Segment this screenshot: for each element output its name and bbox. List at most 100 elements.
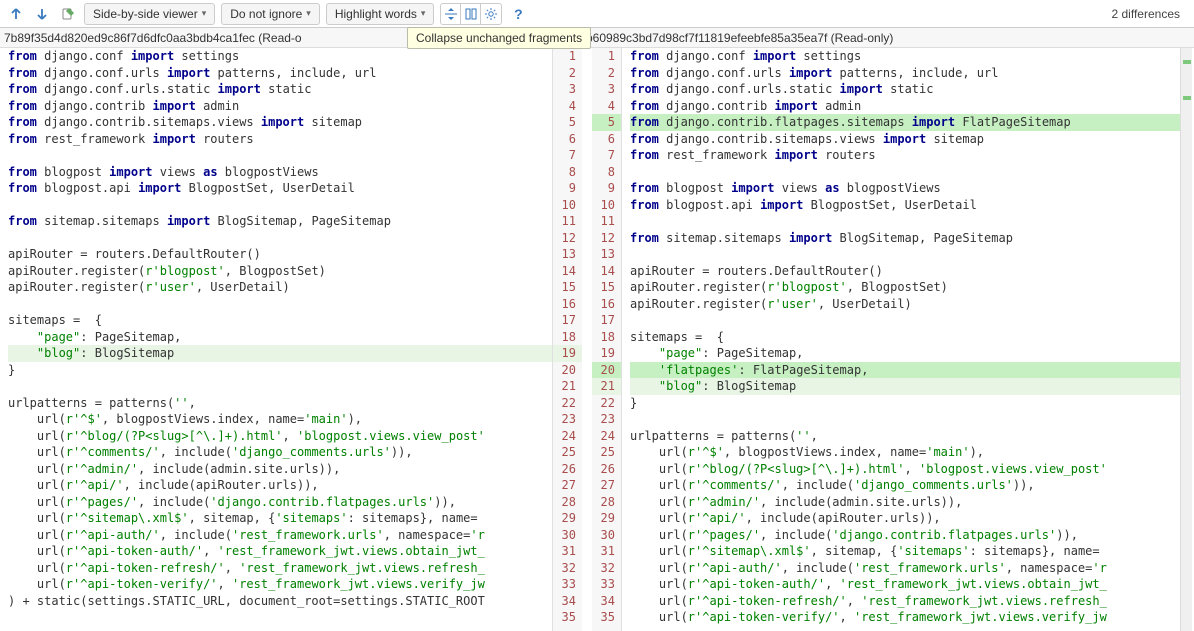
code-line: url(r'^admin/', include(admin.site.urls)…	[8, 461, 552, 478]
code-line	[630, 164, 1180, 181]
line-number: 27	[553, 477, 582, 494]
code-line: url(r'^blog/(?P<slug>[^\.]+).html', 'blo…	[8, 428, 552, 445]
code-line: url(r'^api-token-verify/', 'rest_framewo…	[8, 576, 552, 593]
line-number: 32	[553, 560, 582, 577]
code-line: from django.conf import settings	[630, 48, 1180, 65]
line-number: 11	[592, 213, 621, 230]
code-line: from rest_framework import routers	[630, 147, 1180, 164]
code-line: url(r'^api-token-auth/', 'rest_framework…	[8, 543, 552, 560]
toolbar-icon-group	[440, 3, 502, 25]
code-line: from blogpost import views as blogpostVi…	[8, 164, 552, 181]
line-number: 27	[592, 477, 621, 494]
right-gutter: 1234567891011121314151617181920212223242…	[592, 48, 622, 631]
line-number: 6	[553, 131, 582, 148]
ignore-mode-select[interactable]: Do not ignore	[221, 3, 320, 25]
code-line: url(r'^admin/', include(admin.site.urls)…	[630, 494, 1180, 511]
right-pane[interactable]: 1234567891011121314151617181920212223242…	[592, 48, 1192, 631]
line-number: 21	[592, 378, 621, 395]
line-number: 7	[592, 147, 621, 164]
line-number: 5	[553, 114, 582, 131]
left-gutter: 1234567891011121314151617181920212223242…	[552, 48, 582, 631]
line-number: 29	[553, 510, 582, 527]
settings-button[interactable]	[481, 4, 501, 24]
line-number: 29	[592, 510, 621, 527]
code-line	[8, 378, 552, 395]
code-line: sitemaps = {	[630, 329, 1180, 346]
sync-scroll-button[interactable]	[461, 4, 481, 24]
code-line: url(r'^api/', include(apiRouter.urls)),	[8, 477, 552, 494]
line-number: 20	[553, 362, 582, 379]
line-number: 25	[553, 444, 582, 461]
code-line: sitemaps = {	[8, 312, 552, 329]
code-line: from django.contrib import admin	[630, 98, 1180, 115]
change-markers[interactable]	[1180, 48, 1192, 631]
line-number: 12	[553, 230, 582, 247]
code-line: url(r'^api-token-refresh/', 'rest_framew…	[8, 560, 552, 577]
code-line: url(r'^pages/', include('django.contrib.…	[630, 527, 1180, 544]
line-number: 14	[553, 263, 582, 280]
line-number: 33	[592, 576, 621, 593]
code-line: from django.conf.urls.static import stat…	[8, 81, 552, 98]
code-line: from django.conf.urls import patterns, i…	[630, 65, 1180, 82]
line-number: 14	[592, 263, 621, 280]
file-headers: 7b89f35d4d820ed9c86f7d6dfc0aa3bdb4ca1fec…	[0, 28, 1194, 48]
collapse-fragments-button[interactable]	[441, 4, 461, 24]
code-line: url(r'^api-token-verify/', 'rest_framewo…	[630, 609, 1180, 626]
code-line: 'flatpages': FlatPageSitemap,	[630, 362, 1180, 379]
line-number: 17	[592, 312, 621, 329]
line-number: 4	[553, 98, 582, 115]
code-line: url(r'^comments/', include('django_comme…	[630, 477, 1180, 494]
line-number: 18	[592, 329, 621, 346]
right-code: from django.conf import settingsfrom dja…	[622, 48, 1180, 631]
line-number: 15	[553, 279, 582, 296]
line-number: 8	[592, 164, 621, 181]
edit-source-button[interactable]	[58, 4, 78, 24]
ignore-mode-label: Do not ignore	[230, 7, 302, 21]
next-diff-button[interactable]	[32, 4, 52, 24]
line-number: 19	[592, 345, 621, 362]
highlight-mode-label: Highlight words	[335, 7, 417, 21]
code-line: "page": PageSitemap,	[8, 329, 552, 346]
line-number: 32	[592, 560, 621, 577]
code-line: "blog": BlogSitemap	[8, 345, 552, 362]
diff-panes: from django.conf import settingsfrom dja…	[0, 48, 1194, 631]
line-number: 30	[553, 527, 582, 544]
code-line	[630, 213, 1180, 230]
line-number: 7	[553, 147, 582, 164]
code-line: }	[8, 362, 552, 379]
help-button[interactable]: ?	[508, 4, 528, 24]
line-number: 3	[592, 81, 621, 98]
code-line: ) + static(settings.STATIC_URL, document…	[8, 593, 552, 610]
line-number: 19	[553, 345, 582, 362]
line-number: 9	[553, 180, 582, 197]
code-line: from django.conf import settings	[8, 48, 552, 65]
line-number: 30	[592, 527, 621, 544]
code-line: apiRouter.register(r'blogpost', Blogpost…	[8, 263, 552, 280]
code-line: url(r'^pages/', include('django.contrib.…	[8, 494, 552, 511]
viewer-mode-select[interactable]: Side-by-side viewer	[84, 3, 215, 25]
line-number: 24	[553, 428, 582, 445]
line-number: 21	[553, 378, 582, 395]
line-number: 5	[592, 114, 621, 131]
code-line: from django.contrib.sitemaps.views impor…	[630, 131, 1180, 148]
prev-diff-button[interactable]	[6, 4, 26, 24]
code-line: url(r'^comments/', include('django_comme…	[8, 444, 552, 461]
line-number: 23	[553, 411, 582, 428]
highlight-mode-select[interactable]: Highlight words	[326, 3, 435, 25]
line-number: 31	[592, 543, 621, 560]
diff-toolbar: Side-by-side viewer Do not ignore Highli…	[0, 0, 1194, 28]
line-number: 9	[592, 180, 621, 197]
line-number: 1	[553, 48, 582, 65]
code-line: from django.conf.urls.static import stat…	[630, 81, 1180, 98]
code-line: url(r'^$', blogpostViews.index, name='ma…	[8, 411, 552, 428]
line-number: 28	[592, 494, 621, 511]
collapse-tooltip: Collapse unchanged fragments	[407, 27, 591, 49]
left-pane[interactable]: from django.conf import settings from dja…	[0, 48, 582, 631]
middle-strip	[582, 48, 592, 631]
code-line: from sitemap.sitemaps import BlogSitemap…	[8, 213, 552, 230]
line-number: 8	[553, 164, 582, 181]
code-line: url(r'^$', blogpostViews.index, name='ma…	[630, 444, 1180, 461]
code-line: from blogpost.api import BlogpostSet, Us…	[630, 197, 1180, 214]
line-number: 13	[553, 246, 582, 263]
line-number: 15	[592, 279, 621, 296]
